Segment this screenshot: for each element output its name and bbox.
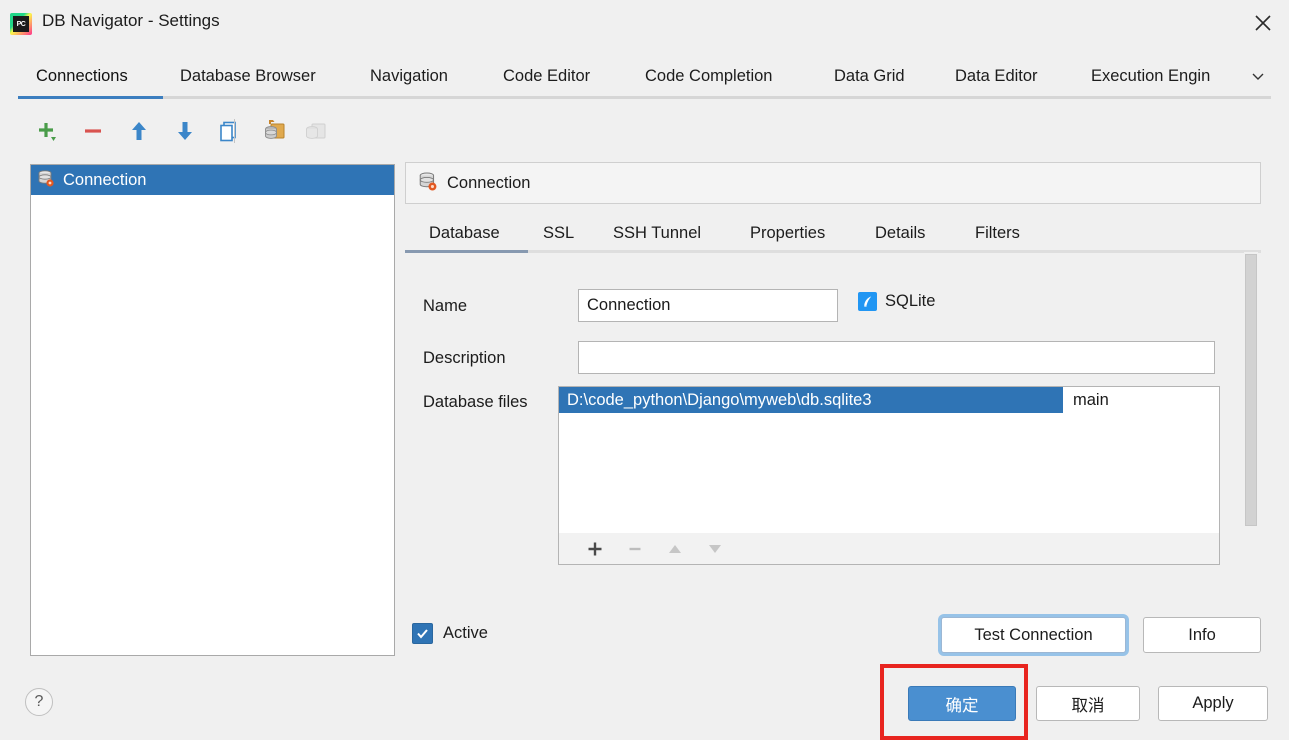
tab-filters[interactable]: Filters [975,216,1020,250]
cancel-button[interactable]: 取消 [1036,686,1140,721]
name-input[interactable] [578,289,838,322]
remove-file-button [615,534,655,564]
tab-strip-baseline [18,96,1271,99]
tab-properties[interactable]: Properties [750,216,825,250]
detail-header-title: Connection [447,173,531,192]
active-checkbox-row[interactable]: Active [412,623,488,644]
active-label: Active [443,624,488,642]
pycharm-icon: PC [10,13,32,35]
file-path-cell: D:\code_python\Django\myweb\db.sqlite3 [559,387,1063,413]
tab-connections[interactable]: Connections [36,56,128,96]
toolbar-divider [234,119,235,143]
database-type-label: SQLite [885,292,936,310]
question-mark-icon: ? [34,693,44,710]
database-type: SQLite [858,292,935,311]
remove-connection-button[interactable] [76,113,110,149]
list-item[interactable]: Connection [31,165,394,195]
info-button[interactable]: Info [1143,617,1261,653]
duplicate-button[interactable] [212,113,246,149]
database-connection-icon [37,169,55,192]
tab-code-editor[interactable]: Code Editor [503,56,590,96]
import-connection-button[interactable] [258,113,292,149]
move-down-button[interactable] [168,113,202,149]
database-connection-icon [418,171,438,196]
connection-list[interactable]: Connection [30,164,395,656]
tab-details[interactable]: Details [875,216,925,250]
tab-execution-engine[interactable]: Execution Engin [1091,56,1210,96]
settings-tab-strip: Connections Database Browser Navigation … [0,56,1289,99]
tab-code-completion[interactable]: Code Completion [645,56,773,96]
ok-button[interactable]: 确定 [908,686,1016,721]
list-item-label: Connection [63,170,147,189]
help-button[interactable]: ? [25,688,53,716]
test-connection-button[interactable]: Test Connection [941,617,1126,653]
window-title: DB Navigator - Settings [42,11,220,30]
close-icon[interactable] [1237,0,1289,46]
file-schema-cell: main [1063,387,1219,413]
add-connection-button[interactable] [30,113,64,149]
tab-ssh-tunnel[interactable]: SSH Tunnel [613,216,701,250]
database-files-label: Database files [423,393,528,411]
pycharm-icon-glyph: PC [13,16,29,32]
title-bar: PC DB Navigator - Settings [0,0,1289,48]
tab-ssl[interactable]: SSL [543,216,574,250]
move-up-button[interactable] [122,113,156,149]
add-file-button[interactable] [575,534,615,564]
table-row[interactable]: D:\code_python\Django\myweb\db.sqlite3 m… [559,387,1219,413]
tab-database-browser[interactable]: Database Browser [180,56,316,96]
checkmark-icon [417,629,428,639]
description-input[interactable] [578,341,1215,374]
inner-tab-baseline [405,250,1261,253]
active-tab-indicator [18,96,163,99]
database-settings-form: Name SQLite Description Database files D… [405,256,1261,596]
move-file-down-button [695,534,735,564]
name-label: Name [423,297,468,315]
tab-navigation[interactable]: Navigation [370,56,448,96]
database-files-toolbar [558,533,1220,565]
active-inner-tab-indicator [405,250,528,253]
tab-database[interactable]: Database [429,216,500,250]
tab-data-editor[interactable]: Data Editor [955,56,1038,96]
detail-header: Connection [405,162,1261,204]
connection-toolbar [30,113,390,153]
chevron-down-icon[interactable] [1247,65,1269,87]
export-connection-button [300,113,334,149]
active-checkbox[interactable] [412,623,433,644]
sqlite-feather-icon [858,292,877,311]
tab-data-grid[interactable]: Data Grid [834,56,905,96]
description-label: Description [423,349,506,367]
settings-scrollbar-thumb[interactable] [1245,254,1257,526]
apply-button[interactable]: Apply [1158,686,1268,721]
connection-detail-tabs: Database SSL SSH Tunnel Properties Detai… [405,216,1261,254]
move-file-up-button [655,534,695,564]
